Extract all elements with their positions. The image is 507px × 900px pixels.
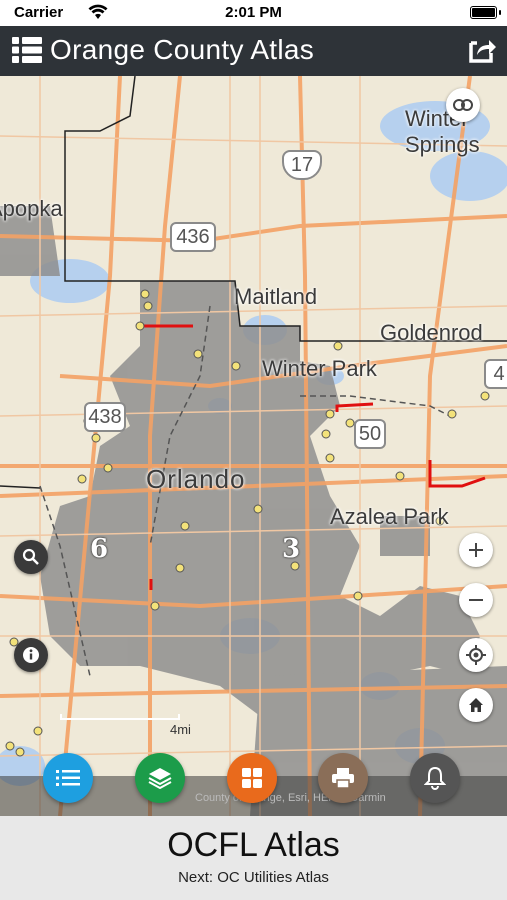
scale-bar <box>60 714 180 720</box>
district-number: 6 <box>90 534 109 564</box>
bell-icon <box>424 766 446 790</box>
search-button[interactable] <box>14 540 48 574</box>
search-icon <box>22 548 39 565</box>
place-label: Apopka <box>0 196 63 221</box>
road-shield: 50 <box>354 419 386 449</box>
list-icon <box>56 770 80 786</box>
layers-button[interactable] <box>135 753 185 803</box>
place-label: Orlando <box>146 464 246 494</box>
map-markers <box>5 289 490 757</box>
info-button[interactable] <box>14 638 48 672</box>
battery-tip <box>499 10 501 15</box>
grid-icon <box>242 768 262 788</box>
print-button[interactable] <box>318 753 368 803</box>
home-button[interactable] <box>459 688 493 722</box>
locate-button[interactable] <box>459 638 493 672</box>
road-shield: 438 <box>84 402 126 432</box>
clock: 2:01 PM <box>225 4 282 21</box>
minus-icon <box>469 599 483 601</box>
place-label: Maitland <box>234 284 318 309</box>
layer-list-button[interactable] <box>43 753 93 803</box>
next-app-label[interactable]: Next: OC Utilities Atlas <box>0 869 507 886</box>
status-bar: Carrier 2:01 PM <box>0 0 507 26</box>
info-icon <box>23 647 39 663</box>
place-label: Azalea Park <box>330 504 449 529</box>
home-icon <box>469 698 483 712</box>
link-button[interactable] <box>446 88 480 122</box>
map-view[interactable]: Winter Springs Apopka Maitland Goldenrod… <box>0 76 507 816</box>
crosshair-icon <box>466 645 486 665</box>
app-header: Orange County Atlas <box>0 26 507 76</box>
road-shield: 4 <box>484 359 507 389</box>
road-shield: 436 <box>170 222 216 252</box>
district-number: 3 <box>282 534 301 564</box>
link-icon <box>453 99 473 111</box>
apps-button[interactable] <box>227 753 277 803</box>
page-title: Orange County Atlas <box>50 34 315 65</box>
scale-label: 4mi <box>170 722 191 737</box>
place-label: Goldenrod <box>380 320 483 345</box>
notifications-button[interactable] <box>410 753 460 803</box>
layers-icon <box>148 768 172 789</box>
zoom-out-button[interactable] <box>459 583 493 617</box>
plus-icon <box>469 543 483 557</box>
app-footer: OCFL Atlas Next: OC Utilities Atlas <box>0 816 507 900</box>
share-icon[interactable] <box>467 35 497 65</box>
zoom-in-button[interactable] <box>459 533 493 567</box>
printer-icon <box>332 768 354 789</box>
place-label: Winter Park <box>262 356 377 381</box>
footer-title: OCFL Atlas <box>167 826 340 864</box>
list-menu-icon[interactable] <box>12 36 42 64</box>
battery-icon <box>470 6 497 19</box>
